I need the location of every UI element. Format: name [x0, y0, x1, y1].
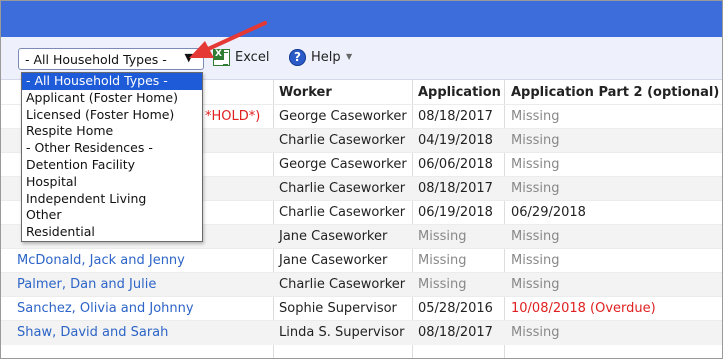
- app-window: - All Household Types - ▼ X Excel ? Help…: [0, 0, 723, 359]
- annotation-arrow: [189, 21, 267, 58]
